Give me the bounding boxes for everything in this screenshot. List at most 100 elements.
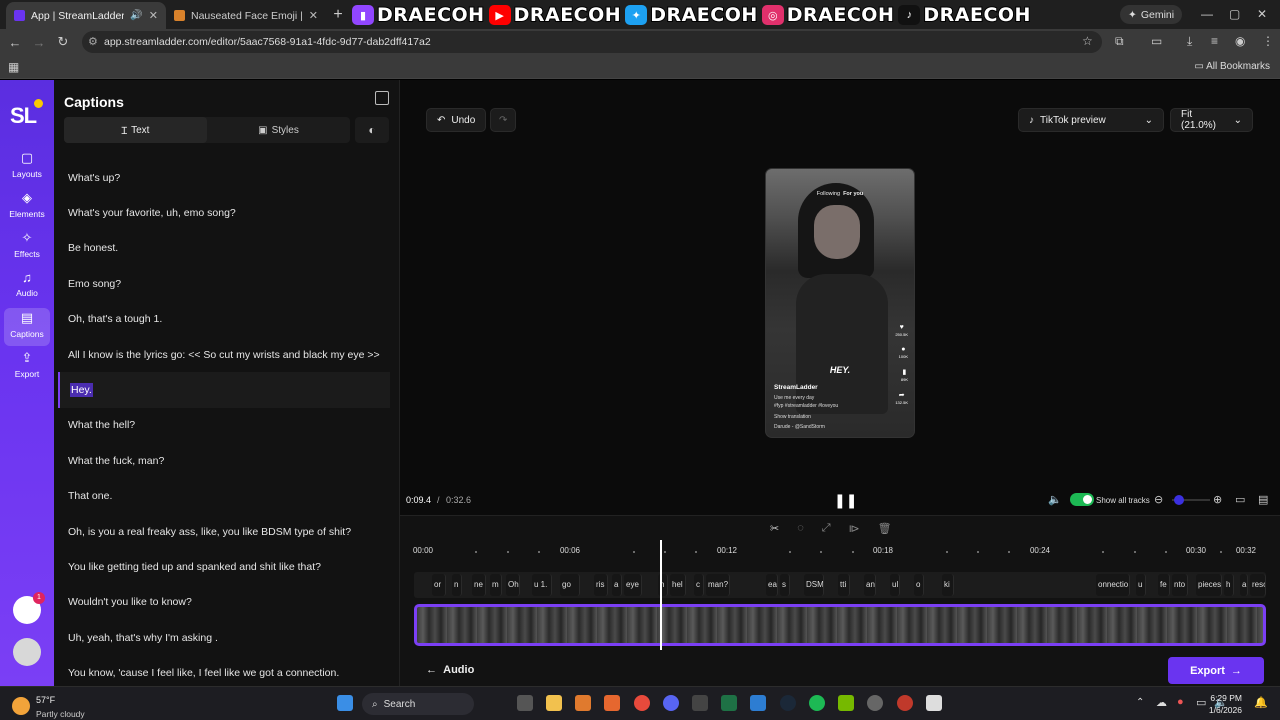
- cast-icon[interactable]: ▭: [1151, 34, 1162, 48]
- caption-chip[interactable]: s: [780, 574, 790, 596]
- caption-chip[interactable]: ki: [942, 574, 954, 596]
- app-icon[interactable]: [604, 695, 620, 711]
- zoom-select[interactable]: Fit (21.0%) ⌄: [1170, 108, 1253, 132]
- close-tab-icon[interactable]: ✕: [309, 9, 318, 22]
- caption-chip[interactable]: or: [432, 574, 446, 596]
- caption-chip[interactable]: fe: [1158, 574, 1170, 596]
- caption-chip[interactable]: pieces: [1196, 574, 1222, 596]
- caption-chip[interactable]: onnectio: [1096, 574, 1130, 596]
- caption-chip[interactable]: nto: [1172, 574, 1188, 596]
- rail-item-export[interactable]: ⇪ Export: [0, 350, 54, 388]
- user-avatar[interactable]: [13, 638, 41, 666]
- caption-line[interactable]: Be honest.: [58, 231, 390, 266]
- caption-line[interactable]: All I know is the lyrics go: << So cut m…: [58, 337, 390, 372]
- caption-chip[interactable]: tti: [838, 574, 850, 596]
- rail-item-elements[interactable]: ◈ Elements: [0, 190, 54, 228]
- time-ruler[interactable]: 00:00 00:06 00:12 00:18 00:24 00:30 00:3…: [410, 546, 1270, 560]
- tab-styles[interactable]: ▣ Styles: [207, 117, 350, 143]
- collapse-panel-icon[interactable]: [375, 91, 389, 105]
- mic-icon[interactable]: ●: [1177, 696, 1184, 708]
- caption-chip[interactable]: DSM: [804, 574, 824, 596]
- caption-chip[interactable]: ul: [890, 574, 900, 596]
- caption-chip[interactable]: ani: [864, 574, 876, 596]
- tab-emoji[interactable]: Nauseated Face Emoji | Me ✕: [166, 2, 326, 29]
- new-tab-button[interactable]: +: [326, 2, 350, 29]
- caption-line[interactable]: You like getting tied up and spanked and…: [58, 549, 390, 584]
- caption-chip[interactable]: ea: [766, 574, 778, 596]
- steam-icon[interactable]: [780, 695, 796, 711]
- zoom-slider-knob[interactable]: [1174, 495, 1184, 505]
- forward-icon[interactable]: →: [27, 35, 51, 50]
- volume-icon[interactable]: 🔈: [1048, 493, 1062, 506]
- tiktok-preview-frame[interactable]: Following For you HEY. StreamLadder Use …: [765, 168, 915, 438]
- reading-list-icon[interactable]: ≡: [1211, 34, 1218, 48]
- caption-chip[interactable]: c: [694, 574, 704, 596]
- caption-chip[interactable]: eye: [624, 574, 642, 596]
- export-button[interactable]: Export →: [1168, 657, 1264, 684]
- app-icon[interactable]: [750, 695, 766, 711]
- caption-chip[interactable]: resor: [1250, 574, 1266, 596]
- audio-split-icon[interactable]: ⧐: [849, 522, 860, 535]
- nvidia-icon[interactable]: [838, 695, 854, 711]
- caption-line[interactable]: What the hell?: [58, 408, 390, 443]
- caption-line[interactable]: What's up?: [58, 160, 390, 195]
- extensions-icon[interactable]: ⧉: [1115, 34, 1124, 49]
- maximize-icon[interactable]: ▢: [1229, 7, 1240, 21]
- app-icon[interactable]: [867, 695, 883, 711]
- playhead[interactable]: [660, 540, 662, 650]
- clock[interactable]: 6:29 PM 1/6/2026: [1209, 692, 1242, 716]
- caption-chip[interactable]: Oh: [506, 574, 520, 596]
- zoom-out-icon[interactable]: ⊖: [1154, 493, 1163, 506]
- bookmark-star-icon[interactable]: ☆: [1082, 34, 1093, 48]
- streamladder-logo[interactable]: SL: [10, 99, 44, 129]
- network-icon[interactable]: ▭: [1196, 696, 1206, 709]
- caption-chip[interactable]: ne: [472, 574, 486, 596]
- spotify-icon[interactable]: [809, 695, 825, 711]
- subtitles-icon[interactable]: ▭: [1235, 493, 1245, 506]
- rail-item-layouts[interactable]: ▢ Layouts: [0, 150, 54, 188]
- crop-icon[interactable]: ⤢: [822, 522, 831, 535]
- tray-chevron-icon[interactable]: ⌃: [1136, 697, 1144, 708]
- caption-line[interactable]: Oh, is you a real freaky ass, like, you …: [58, 514, 390, 549]
- video-track[interactable]: [414, 604, 1266, 646]
- caption-track[interactable]: or n ne m Oh u 1. go ris a eye h hel c m…: [414, 572, 1266, 598]
- url-field[interactable]: ⚙ app.streamladder.com/editor/5aac7568-9…: [82, 31, 1102, 53]
- task-view-icon[interactable]: [517, 695, 533, 711]
- app-icon[interactable]: [926, 695, 942, 711]
- undo-button[interactable]: ↶ Undo: [426, 108, 487, 132]
- menu-dots-icon[interactable]: ⋮: [1262, 34, 1274, 48]
- zoom-in-icon[interactable]: ⊕: [1213, 493, 1222, 506]
- close-window-icon[interactable]: ✕: [1257, 7, 1267, 21]
- speaker-icon[interactable]: 🔊: [130, 10, 142, 21]
- delete-icon[interactable]: 🗑: [878, 522, 892, 535]
- file-explorer-icon[interactable]: [546, 695, 562, 711]
- windows-start-icon[interactable]: [337, 695, 353, 711]
- caption-chip[interactable]: o: [914, 574, 924, 596]
- caption-line[interactable]: Oh, that's a tough 1.: [58, 302, 390, 337]
- caption-chip[interactable]: hel: [670, 574, 686, 596]
- weather-widget[interactable]: 57°F Partly cloudy: [12, 692, 85, 720]
- caption-chip[interactable]: h: [1224, 574, 1234, 596]
- redo-button[interactable]: ↷: [490, 108, 517, 132]
- reload-icon[interactable]: ↻: [51, 34, 75, 50]
- notifications-icon[interactable]: 🔔: [1254, 696, 1268, 709]
- caption-line[interactable]: Uh, yeah, that's why I'm asking .: [58, 620, 390, 655]
- rail-item-effects[interactable]: ✧ Effects: [0, 230, 54, 268]
- app-icon[interactable]: [692, 695, 708, 711]
- all-bookmarks-folder[interactable]: ▭ All Bookmarks: [1194, 61, 1270, 72]
- profile-avatar-icon[interactable]: ◉: [1235, 34, 1245, 48]
- onedrive-icon[interactable]: ☁: [1156, 696, 1167, 709]
- minimize-icon[interactable]: —: [1201, 7, 1213, 21]
- audio-back-button[interactable]: ← Audio: [426, 664, 474, 676]
- app-icon[interactable]: [897, 695, 913, 711]
- rail-item-captions[interactable]: ▤ Captions: [4, 308, 50, 346]
- gemini-button[interactable]: ✦ Gemini: [1120, 5, 1183, 24]
- caption-line[interactable]: What's your favorite, uh, emo song?: [58, 195, 390, 230]
- caption-line[interactable]: What the fuck, man?: [58, 443, 390, 478]
- caption-chip[interactable]: u: [1136, 574, 1146, 596]
- caption-line[interactable]: Emo song?: [58, 266, 390, 301]
- chrome-icon[interactable]: [634, 695, 650, 711]
- caption-chip[interactable]: a: [612, 574, 622, 596]
- caption-chip[interactable]: n: [452, 574, 462, 596]
- caption-chip[interactable]: a: [1240, 574, 1248, 596]
